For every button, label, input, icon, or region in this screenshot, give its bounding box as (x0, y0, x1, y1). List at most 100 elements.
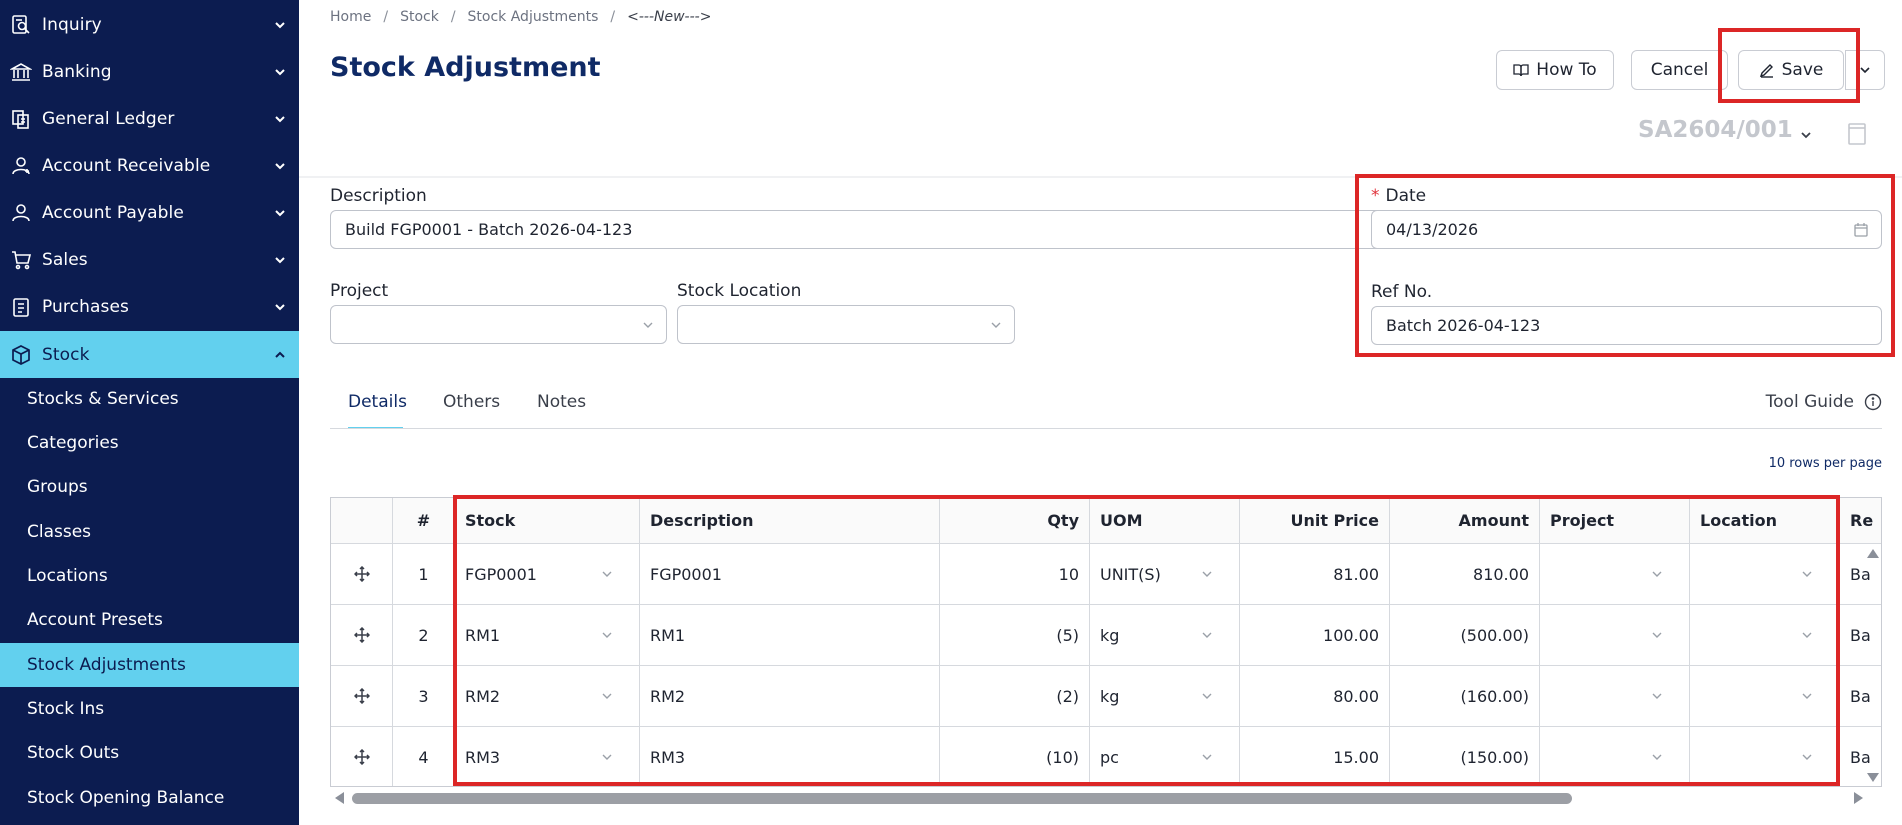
tab-others[interactable]: Others (443, 392, 500, 412)
sidebar-item-general-ledger[interactable]: General Ledger (0, 95, 299, 142)
sidebar-subitem-account-presets[interactable]: Account Presets (0, 598, 299, 642)
sidebar-item-label: Inquiry (42, 14, 102, 35)
stock-select[interactable]: FGP0001 (455, 544, 640, 604)
header-divider (299, 176, 1902, 178)
scroll-down-icon[interactable] (1867, 773, 1879, 782)
ref-no-value: Batch 2026-04-123 (1386, 316, 1541, 335)
book-icon (1513, 64, 1529, 77)
tab-notes[interactable]: Notes (537, 392, 586, 412)
document-number: SA2604/001 (1638, 117, 1793, 143)
location-select[interactable] (1690, 727, 1840, 786)
unit-price-cell[interactable]: 100.00 (1240, 605, 1390, 665)
scroll-up-icon[interactable] (1867, 549, 1879, 558)
chevron-down-icon[interactable] (1799, 127, 1813, 141)
project-select[interactable] (1540, 666, 1690, 726)
sidebar-subitem-stock-outs[interactable]: Stock Outs (0, 731, 299, 775)
chevron-down-icon (1201, 751, 1213, 763)
qty-cell[interactable]: (2) (940, 666, 1090, 726)
chevron-down-icon (1801, 751, 1813, 763)
sidebar-subitem-locations[interactable]: Locations (0, 554, 299, 598)
amount-cell[interactable]: (160.00) (1390, 666, 1540, 726)
location-select[interactable] (1690, 605, 1840, 665)
chevron-down-icon (1860, 67, 1870, 74)
receivable-icon (10, 155, 32, 177)
table-row: 3 RM2 RM2 (2) kg 80.00 (160.00) Ba (331, 666, 1881, 727)
drag-handle-icon[interactable] (331, 605, 393, 665)
sidebar-subitem-stock-adjustments[interactable]: Stock Adjustments (0, 643, 299, 687)
ref-cell[interactable]: Ba (1840, 666, 1881, 726)
sidebar-item-inquiry[interactable]: Inquiry (0, 1, 299, 48)
ref-cell[interactable]: Ba (1840, 605, 1881, 665)
sidebar-subitem-categories[interactable]: Categories (0, 421, 299, 465)
ref-no-field[interactable]: Batch 2026-04-123 (1371, 306, 1882, 345)
sidebar-subitem-stock-ins[interactable]: Stock Ins (0, 687, 299, 731)
amount-cell[interactable]: 810.00 (1390, 544, 1540, 604)
drag-handle-icon[interactable] (331, 544, 393, 604)
qty-cell[interactable]: (10) (940, 727, 1090, 786)
drag-handle-icon[interactable] (331, 727, 393, 786)
uom-select[interactable]: pc (1090, 727, 1240, 786)
tabs-divider (330, 428, 1882, 429)
chevron-down-icon (1651, 568, 1663, 580)
amount-cell[interactable]: (500.00) (1390, 605, 1540, 665)
rows-per-page[interactable]: 10 rows per page (1769, 456, 1882, 471)
sidebar-item-account-payable[interactable]: Account Payable (0, 189, 299, 236)
breadcrumb-home[interactable]: Home (330, 9, 371, 25)
date-field[interactable]: 04/13/2026 (1371, 210, 1882, 249)
qty-cell[interactable]: 10 (940, 544, 1090, 604)
project-select[interactable] (330, 305, 667, 344)
uom-select[interactable]: kg (1090, 605, 1240, 665)
sidebar-item-sales[interactable]: Sales (0, 236, 299, 283)
save-button[interactable]: Save (1738, 50, 1844, 90)
horizontal-scrollbar-thumb[interactable] (352, 793, 1572, 804)
description-cell[interactable]: RM2 (640, 666, 940, 726)
how-to-button[interactable]: How To (1496, 50, 1614, 90)
description-cell[interactable]: FGP0001 (640, 544, 940, 604)
sidebar-item-banking[interactable]: Banking (0, 48, 299, 95)
document-icon[interactable] (1848, 123, 1866, 145)
chevron-down-icon (1801, 629, 1813, 641)
tab-details[interactable]: Details (348, 392, 407, 412)
project-select[interactable] (1540, 544, 1690, 604)
sidebar-subitem-classes[interactable]: Classes (0, 510, 299, 554)
chevron-down-icon (1201, 568, 1213, 580)
description-cell[interactable]: RM1 (640, 605, 940, 665)
location-select[interactable] (1690, 666, 1840, 726)
breadcrumb-stock-adjustments[interactable]: Stock Adjustments (468, 9, 599, 25)
project-select[interactable] (1540, 727, 1690, 786)
uom-select[interactable]: kg (1090, 666, 1240, 726)
uom-select[interactable]: UNIT(S) (1090, 544, 1240, 604)
sidebar-item-stock[interactable]: Stock (0, 331, 299, 378)
scroll-left-icon[interactable] (335, 792, 344, 804)
stock-location-select[interactable] (677, 305, 1015, 344)
unit-price-cell[interactable]: 81.00 (1240, 544, 1390, 604)
amount-cell[interactable]: (150.00) (1390, 727, 1540, 786)
project-select[interactable] (1540, 605, 1690, 665)
sidebar-subitem-stocks-services[interactable]: Stocks & Services (0, 377, 299, 421)
cancel-button[interactable]: Cancel (1631, 50, 1728, 90)
drag-handle-icon[interactable] (331, 666, 393, 726)
qty-cell[interactable]: (5) (940, 605, 1090, 665)
location-select[interactable] (1690, 544, 1840, 604)
sidebar-subitem-groups[interactable]: Groups (0, 465, 299, 509)
sidebar-item-purchases[interactable]: Purchases (0, 283, 299, 330)
calendar-icon[interactable] (1853, 222, 1869, 238)
save-options-button[interactable] (1845, 50, 1885, 90)
date-value: 04/13/2026 (1386, 220, 1479, 239)
inquiry-icon (10, 14, 32, 36)
details-table: # Stock Description Qty UOM Unit Price A… (330, 497, 1882, 787)
tool-guide-button[interactable]: Tool Guide (1766, 392, 1882, 412)
sidebar-item-account-receivable[interactable]: Account Receivable (0, 142, 299, 189)
sidebar-subitem-stock-opening-balance[interactable]: Stock Opening Balance (0, 776, 299, 820)
scroll-right-icon[interactable] (1854, 792, 1863, 804)
stock-select[interactable]: RM1 (455, 605, 640, 665)
chevron-down-icon (1651, 690, 1663, 702)
unit-price-cell[interactable]: 15.00 (1240, 727, 1390, 786)
stock-select[interactable]: RM2 (455, 666, 640, 726)
breadcrumb-stock[interactable]: Stock (400, 9, 439, 25)
stock-select[interactable]: RM3 (455, 727, 640, 786)
stock-value: FGP0001 (465, 564, 537, 584)
unit-price-cell[interactable]: 80.00 (1240, 666, 1390, 726)
description-cell[interactable]: RM3 (640, 727, 940, 786)
row-number: 3 (393, 666, 455, 726)
